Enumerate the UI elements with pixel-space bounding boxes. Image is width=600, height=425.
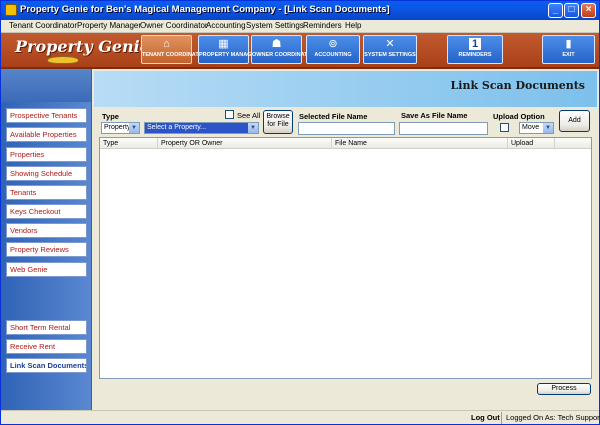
log-out-link[interactable]: Log Out — [471, 413, 500, 422]
coins-icon: ⊚ — [328, 38, 338, 50]
tenant-coordinator-button[interactable]: ⌂ TENANT COORDINATOR — [141, 35, 207, 64]
chevron-down-icon: ▼ — [248, 123, 258, 133]
building-icon: ▦ — [218, 38, 229, 50]
maximize-button[interactable]: □ — [564, 3, 579, 18]
sidebar-item-tenants[interactable]: Tenants — [6, 185, 87, 200]
sidebar-item-keys-checkout[interactable]: Keys Checkout — [6, 204, 87, 219]
tools-icon: ✕ — [385, 38, 395, 50]
chevron-down-icon: ▼ — [543, 123, 553, 133]
system-settings-button[interactable]: ✕ SYSTEM SETTINGS — [363, 35, 417, 64]
sidebar-header — [1, 69, 91, 102]
property-manager-button[interactable]: ▦ PROPERTY MANAGER — [198, 35, 259, 64]
close-button[interactable]: × — [581, 3, 596, 18]
selected-file-name-field[interactable] — [298, 122, 395, 135]
door-icon: ▮ — [565, 38, 572, 50]
status-bar: Log Out Logged On As: Tech Support — [1, 410, 600, 424]
minimize-button[interactable]: _ — [548, 3, 563, 18]
type-select[interactable]: Property ▼ — [101, 122, 140, 134]
sidebar: Prospective Tenants Available Properties… — [1, 69, 92, 410]
add-button[interactable]: Add — [559, 110, 590, 132]
main-toolbar: Property Genie ⌂ TENANT COORDINATOR ▦ PR… — [1, 33, 599, 69]
calendar-icon: 1 — [469, 38, 481, 50]
grid-header: Type Property OR Owner File Name Upload — [100, 138, 591, 149]
menu-tenant-coordinator[interactable]: Tenant Coordinator — [9, 21, 77, 30]
sidebar-item-vendors[interactable]: Vendors — [6, 223, 87, 238]
page-title: Link Scan Documents — [450, 79, 585, 92]
upload-option-label: Upload Option — [493, 112, 545, 121]
logged-on-status: Logged On As: Tech Support — [506, 413, 600, 422]
sidebar-item-receive-rent[interactable]: Receive Rent — [6, 339, 87, 354]
sidebar-item-short-term-rental[interactable]: Short Term Rental — [6, 320, 87, 335]
see-all-label: See All — [237, 111, 261, 120]
reminders-button[interactable]: 1 REMINDERS — [447, 35, 503, 64]
menu-help[interactable]: Help — [345, 21, 361, 30]
sidebar-item-link-scan-documents[interactable]: Link Scan Documents — [6, 358, 87, 373]
type-label: Type — [102, 112, 119, 121]
chevron-down-icon: ▼ — [129, 123, 139, 133]
browse-for-file-button[interactable]: Browse for File — [263, 110, 293, 134]
logo-text: Property Genie — [15, 37, 150, 56]
app-icon — [5, 4, 17, 16]
app-window: Property Genie for Ben's Magical Managem… — [0, 0, 600, 425]
process-button[interactable]: Process — [537, 383, 591, 395]
status-divider — [501, 412, 502, 424]
exit-button[interactable]: ▮ EXIT — [542, 35, 595, 64]
menu-property-manager[interactable]: Property Manager — [77, 21, 141, 30]
save-as-file-name-field[interactable] — [399, 122, 488, 135]
upload-option-checkbox[interactable] — [500, 123, 509, 132]
sidebar-item-web-genie[interactable]: Web Genie — [6, 262, 87, 277]
column-header-file-name[interactable]: File Name — [332, 138, 508, 149]
owner-coordinator-button[interactable]: ☗ OWNER COORDINATOR — [251, 35, 316, 64]
sidebar-item-showing-schedule[interactable]: Showing Schedule — [6, 166, 87, 181]
window-title: Property Genie for Ben's Magical Managem… — [20, 4, 390, 15]
accounting-button[interactable]: ⊚ ACCOUNTING — [306, 35, 360, 64]
menu-system-settings[interactable]: System Settings — [246, 21, 304, 30]
main-panel: Link Scan Documents Type Property ▼ See … — [92, 69, 599, 410]
documents-grid[interactable]: Type Property OR Owner File Name Upload — [99, 137, 592, 379]
page-banner: Link Scan Documents — [94, 71, 597, 107]
menu-bar: Tenant Coordinator Property Manager Owne… — [1, 20, 599, 33]
selected-file-name-label: Selected File Name — [299, 112, 368, 121]
sidebar-item-prospective-tenants[interactable]: Prospective Tenants — [6, 108, 87, 123]
see-all-checkbox[interactable] — [225, 110, 234, 119]
sidebar-item-properties[interactable]: Properties — [6, 147, 87, 162]
column-header-property-or-owner[interactable]: Property OR Owner — [158, 138, 332, 149]
column-header-type[interactable]: Type — [100, 138, 158, 149]
upload-option-select[interactable]: Move ▼ — [519, 122, 554, 134]
menu-accounting[interactable]: Accounting — [206, 21, 246, 30]
save-as-file-name-label: Save As File Name — [401, 111, 468, 120]
genie-lamp-icon — [47, 56, 79, 64]
logo: Property Genie — [7, 35, 150, 65]
house-icon: ⌂ — [163, 38, 170, 50]
sidebar-item-available-properties[interactable]: Available Properties — [6, 127, 87, 142]
menu-owner-coordinator[interactable]: Owner Coordinator — [140, 21, 208, 30]
owner-icon: ☗ — [271, 38, 282, 50]
sidebar-item-property-reviews[interactable]: Property Reviews — [6, 242, 87, 257]
property-select[interactable]: Select a Property... ▼ — [144, 122, 259, 134]
menu-reminders[interactable]: Reminders — [303, 21, 342, 30]
column-header-upload[interactable]: Upload — [508, 138, 555, 149]
title-bar: Property Genie for Ben's Magical Managem… — [1, 1, 599, 20]
